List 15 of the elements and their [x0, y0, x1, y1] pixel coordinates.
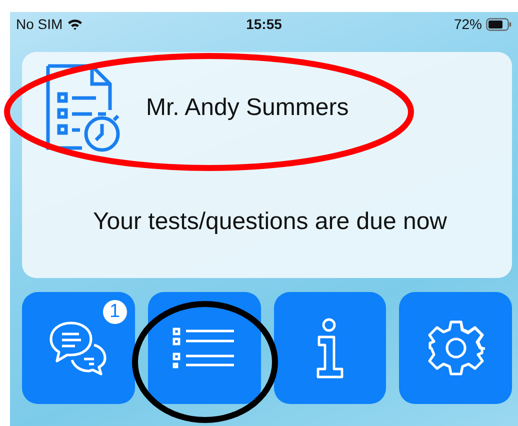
- carrier-text: No SIM: [16, 16, 63, 32]
- messages-button[interactable]: [22, 292, 135, 404]
- info-button[interactable]: [274, 292, 386, 404]
- info-icon: [314, 317, 345, 379]
- battery-percent: 72%: [454, 16, 482, 32]
- list-icon: [172, 327, 236, 369]
- chat-bubbles-icon: [47, 319, 110, 377]
- battery-icon: [486, 18, 512, 30]
- clock-time: 15:55: [246, 16, 282, 32]
- teacher-name: Mr. Andy Summers: [146, 94, 349, 122]
- settings-icon: [426, 319, 485, 377]
- settings-button[interactable]: [399, 292, 512, 404]
- wifi-icon: [66, 18, 83, 30]
- due-message: Your tests/questions are due now: [92, 208, 448, 236]
- list-button[interactable]: [148, 292, 260, 404]
